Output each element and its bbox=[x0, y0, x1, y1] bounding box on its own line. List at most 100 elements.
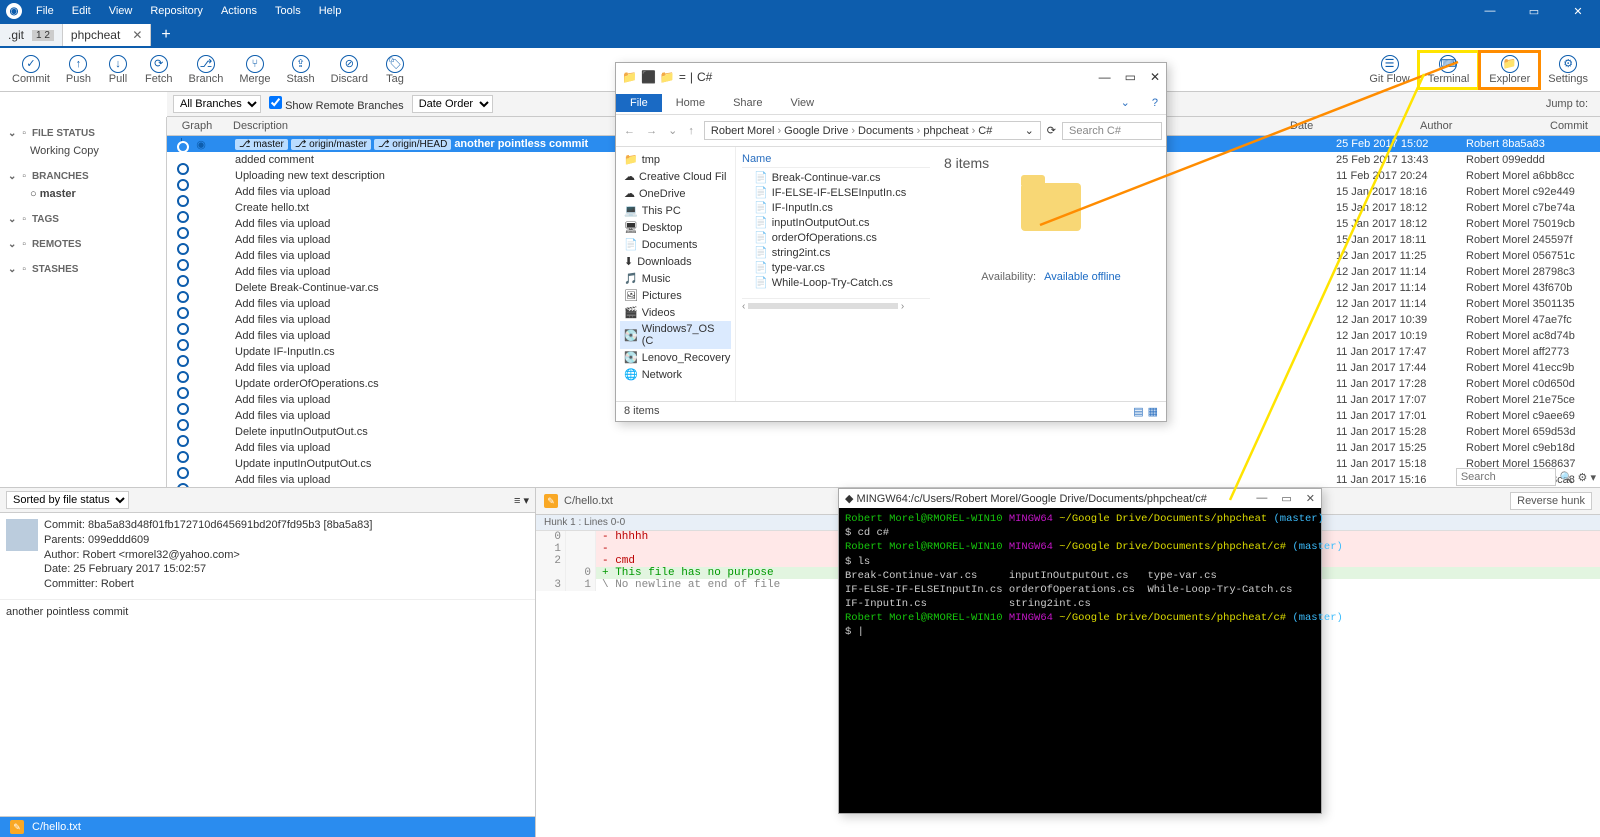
breadcrumb[interactable]: Robert Morel›Google Drive›Documents›phpc… bbox=[704, 121, 1041, 140]
file-row[interactable]: 📄inputInOutputOut.cs bbox=[742, 215, 930, 230]
gitflow-button[interactable]: ☰Git Flow bbox=[1361, 51, 1417, 89]
tree-item[interactable]: 💻This PC bbox=[620, 202, 731, 219]
tree-item[interactable]: 🖼Pictures bbox=[620, 287, 731, 304]
commit-row[interactable]: Add files via upload11 Jan 2017 15:16Rob… bbox=[167, 472, 1600, 487]
explorer-close[interactable]: ✕ bbox=[1150, 70, 1160, 84]
file-row[interactable]: 📄orderOfOperations.cs bbox=[742, 230, 930, 245]
push-button[interactable]: ↑Push bbox=[58, 53, 99, 87]
tree-item[interactable]: 💽Windows7_OS (C bbox=[620, 321, 731, 349]
gb-minimize[interactable]: — bbox=[1256, 492, 1267, 505]
ribbon-file-tab[interactable]: File bbox=[616, 94, 662, 112]
explorer-file-list[interactable]: Name 📄Break-Continue-var.cs📄IF-ELSE-IF-E… bbox=[736, 147, 936, 401]
tab-phpcheat[interactable]: phpcheat✕ bbox=[63, 24, 151, 46]
explorer-tree[interactable]: 📁tmp☁Creative Cloud Fil☁OneDrive💻This PC… bbox=[616, 147, 736, 401]
ribbon-view[interactable]: View bbox=[776, 94, 828, 112]
explorer-button[interactable]: 📁Explorer bbox=[1479, 51, 1540, 89]
sidebar-item-working-copy[interactable]: Working Copy bbox=[8, 142, 158, 160]
sidebar-item-master[interactable]: ○ master bbox=[8, 185, 158, 203]
tree-item[interactable]: 💽Lenovo_Recovery bbox=[620, 349, 731, 366]
window-minimize[interactable]: — bbox=[1468, 2, 1512, 21]
ribbon-expand[interactable]: ⌄ bbox=[1107, 93, 1138, 112]
gb-close[interactable]: ✕ bbox=[1306, 492, 1315, 505]
discard-button[interactable]: ⊘Discard bbox=[323, 53, 376, 87]
menu-repository[interactable]: Repository bbox=[142, 2, 211, 20]
sidebar-group-tags[interactable]: ⌄▫TAGS bbox=[8, 211, 158, 228]
file-explorer-window[interactable]: 📁 ⬛📁=| C# — ▭ ✕ File Home Share View ⌄ ?… bbox=[615, 62, 1167, 422]
tab-close-icon[interactable]: ✕ bbox=[132, 28, 142, 42]
help-icon[interactable]: ? bbox=[1138, 94, 1166, 112]
menu-edit[interactable]: Edit bbox=[64, 2, 99, 20]
menu-file[interactable]: File bbox=[28, 2, 62, 20]
search-icon[interactable]: 🔍 bbox=[1560, 471, 1574, 484]
branch-button[interactable]: ⎇Branch bbox=[180, 53, 231, 87]
file-sort[interactable]: Sorted by file status ≡ ▾ bbox=[0, 488, 535, 513]
show-remote-checkbox[interactable]: Show Remote Branches bbox=[269, 96, 404, 112]
explorer-maximize[interactable]: ▭ bbox=[1125, 70, 1136, 84]
gitbash-titlebar[interactable]: ◆ MINGW64:/c/Users/Robert Morel/Google D… bbox=[839, 489, 1321, 508]
tree-item[interactable]: ☁Creative Cloud Fil bbox=[620, 168, 731, 185]
file-row[interactable]: 📄string2int.cs bbox=[742, 245, 930, 260]
search-input[interactable] bbox=[1456, 468, 1556, 486]
tree-item[interactable]: 🌐Network bbox=[620, 366, 731, 383]
sidebar-group-file-status[interactable]: ⌄▫FILE STATUS bbox=[8, 125, 158, 142]
merge-button[interactable]: ⑂Merge bbox=[231, 53, 278, 87]
tree-item[interactable]: ⬇Downloads bbox=[620, 253, 731, 270]
commit-row[interactable]: Delete inputInOutputOut.cs11 Jan 2017 15… bbox=[167, 424, 1600, 440]
file-row[interactable]: 📄IF-ELSE-IF-ELSEInputIn.cs bbox=[742, 185, 930, 200]
tree-item[interactable]: ☁OneDrive bbox=[620, 185, 731, 202]
scroll-right[interactable]: › bbox=[901, 301, 904, 312]
changed-file-row[interactable]: ✎ C/hello.txt bbox=[0, 816, 535, 837]
gb-maximize[interactable]: ▭ bbox=[1281, 492, 1291, 505]
tree-item[interactable]: 🖥Desktop bbox=[620, 219, 731, 236]
scroll-left[interactable]: ‹ bbox=[742, 301, 745, 312]
fetch-button[interactable]: ⟳Fetch bbox=[137, 53, 181, 87]
nav-refresh[interactable]: ⟳ bbox=[1047, 124, 1056, 137]
tab-add[interactable]: + bbox=[151, 26, 180, 44]
pull-button[interactable]: ↓Pull bbox=[99, 53, 137, 87]
file-row[interactable]: 📄While-Loop-Try-Catch.cs bbox=[742, 275, 930, 290]
view-icons-icon[interactable]: ▦ bbox=[1148, 405, 1158, 418]
gitbash-window[interactable]: ◆ MINGW64:/c/Users/Robert Morel/Google D… bbox=[838, 488, 1322, 814]
sidebar-group-stashes[interactable]: ⌄▫STASHES bbox=[8, 261, 158, 278]
reverse-hunk-button[interactable]: Reverse hunk bbox=[1510, 492, 1592, 510]
terminal-button[interactable]: ⌨Terminal bbox=[1418, 51, 1480, 89]
sidebar-group-branches[interactable]: ⌄▫BRANCHES bbox=[8, 168, 158, 185]
settings-button[interactable]: ⚙Settings bbox=[1540, 51, 1596, 89]
tree-item[interactable]: 📁tmp bbox=[620, 151, 731, 168]
tag-button[interactable]: 🏷Tag bbox=[376, 53, 414, 87]
tab-.git[interactable]: .git1 2 bbox=[0, 24, 63, 46]
sidebar-group-remotes[interactable]: ⌄▫REMOTES bbox=[8, 236, 158, 253]
tree-item[interactable]: 📄Documents bbox=[620, 236, 731, 253]
breadcrumb-segment[interactable]: phpcheat bbox=[923, 125, 968, 137]
file-row[interactable]: 📄IF-InputIn.cs bbox=[742, 200, 930, 215]
menu-help[interactable]: Help bbox=[311, 2, 350, 20]
commit-row[interactable]: Add files via upload11 Jan 2017 15:25Rob… bbox=[167, 440, 1600, 456]
breadcrumb-segment[interactable]: Robert Morel bbox=[711, 125, 775, 137]
commit-button[interactable]: ✓Commit bbox=[4, 53, 58, 87]
explorer-titlebar[interactable]: 📁 ⬛📁=| C# — ▭ ✕ bbox=[616, 63, 1166, 91]
nav-back[interactable]: ← bbox=[620, 125, 639, 137]
file-row[interactable]: 📄Break-Continue-var.cs bbox=[742, 170, 930, 185]
nav-recent[interactable]: ⌄ bbox=[664, 125, 681, 137]
breadcrumb-segment[interactable]: Google Drive bbox=[784, 125, 848, 137]
nav-forward[interactable]: → bbox=[642, 125, 661, 137]
menu-tools[interactable]: Tools bbox=[267, 2, 309, 20]
ribbon-share[interactable]: Share bbox=[719, 94, 776, 112]
window-maximize[interactable]: ▭ bbox=[1512, 2, 1556, 21]
stash-button[interactable]: ⇪Stash bbox=[279, 53, 323, 87]
ribbon-home[interactable]: Home bbox=[662, 94, 719, 112]
view-details-icon[interactable]: ▤ bbox=[1133, 405, 1143, 418]
gear-icon[interactable]: ⚙ ▾ bbox=[1578, 471, 1596, 484]
menu-view[interactable]: View bbox=[101, 2, 141, 20]
nav-up[interactable]: ↑ bbox=[684, 125, 698, 137]
tree-item[interactable]: 🎬Videos bbox=[620, 304, 731, 321]
explorer-search[interactable]: Search C# bbox=[1062, 122, 1162, 140]
commit-row[interactable]: Update inputInOutputOut.cs11 Jan 2017 15… bbox=[167, 456, 1600, 472]
gitbash-body[interactable]: Robert Morel@RMOREL-WIN10 MINGW64 ~/Goog… bbox=[839, 508, 1321, 813]
tree-item[interactable]: 🎵Music bbox=[620, 270, 731, 287]
breadcrumb-segment[interactable]: Documents bbox=[858, 125, 914, 137]
window-close[interactable]: ✕ bbox=[1556, 2, 1600, 21]
explorer-minimize[interactable]: — bbox=[1099, 70, 1111, 84]
menu-actions[interactable]: Actions bbox=[213, 2, 265, 20]
branch-filter[interactable]: All Branches bbox=[173, 95, 261, 113]
